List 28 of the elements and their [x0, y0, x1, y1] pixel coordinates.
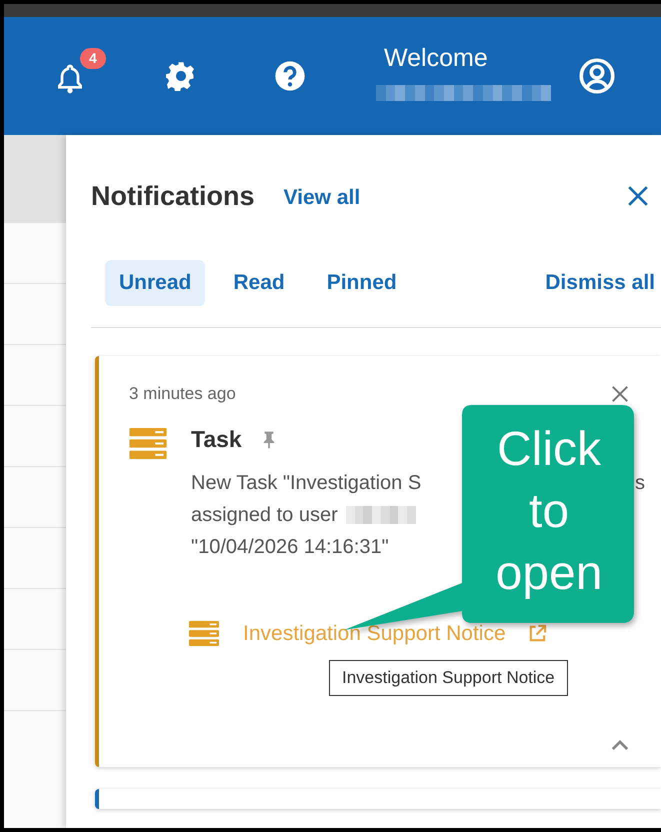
- redacted-name: [346, 506, 416, 524]
- welcome-text: Welcome: [383, 44, 489, 72]
- notification-type: Task: [191, 426, 242, 453]
- user-icon[interactable]: [579, 58, 615, 94]
- close-icon[interactable]: [611, 385, 629, 403]
- task-icon: [129, 428, 167, 459]
- timestamp: 3 minutes ago: [129, 384, 236, 404]
- message-text: assigned to user: [191, 504, 338, 526]
- message-text: "10/04/2026 14:16:31": [191, 536, 389, 558]
- message-text: New Task "Investigation S: [191, 472, 422, 494]
- view-all-link[interactable]: View all: [284, 186, 360, 210]
- message-text: s: [635, 472, 645, 494]
- document-icon: [189, 621, 219, 646]
- pin-icon[interactable]: [262, 430, 276, 449]
- tooltip: Investigation Support Notice: [329, 660, 568, 696]
- settings-icon[interactable]: [166, 61, 196, 91]
- dismiss-all-link[interactable]: Dismiss all: [545, 271, 655, 295]
- tab[interactable]: Pinned: [312, 260, 411, 306]
- callout-text: Click to open: [494, 422, 604, 602]
- chevron-up-icon[interactable]: [611, 740, 629, 751]
- external-link-icon[interactable]: [528, 624, 547, 643]
- tab[interactable]: Unread: [105, 260, 206, 306]
- tab[interactable]: Read: [219, 260, 299, 306]
- help-icon[interactable]: [274, 60, 306, 92]
- count-badge: 4: [80, 48, 106, 69]
- panel-title: Notifications: [91, 180, 255, 212]
- scrollbar-thumb[interactable]: [4, 135, 66, 223]
- close-icon[interactable]: [627, 185, 649, 207]
